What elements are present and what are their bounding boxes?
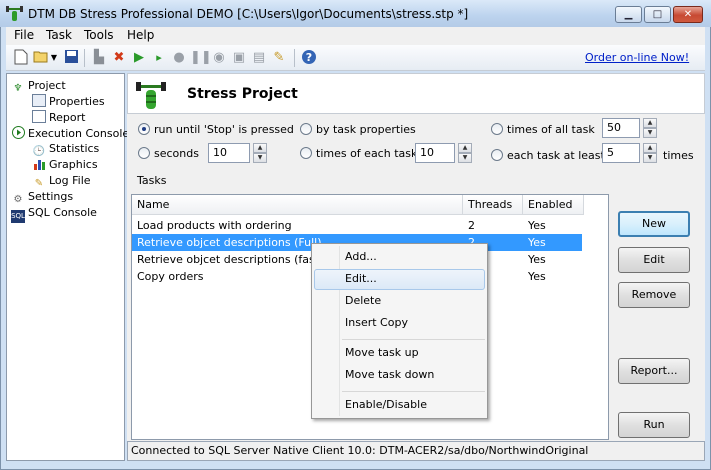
help-icon[interactable]: ? — [300, 49, 318, 67]
tree-item-sql-console[interactable]: SQL SQL Console — [11, 206, 97, 223]
context-item-move-up[interactable]: Move task up — [314, 343, 485, 364]
menu-bar: File Task Tools Help — [6, 27, 705, 45]
log-file-icon: ✎ — [34, 178, 44, 189]
app-icon — [6, 6, 23, 21]
seconds-stepper[interactable]: 10 ▲ ▼ — [208, 143, 268, 163]
column-header-name[interactable]: Name — [132, 195, 463, 215]
minimize-button[interactable]: ▁ — [615, 6, 642, 23]
tree-item-log-file[interactable]: ✎ Log File — [32, 174, 91, 190]
times-of-all-task-input[interactable]: 50 — [602, 118, 640, 138]
delete-task-icon[interactable]: ✖ — [110, 49, 128, 67]
menu-help[interactable]: Help — [127, 28, 154, 42]
context-item-delete[interactable]: Delete — [314, 291, 485, 312]
spin-up-icon[interactable]: ▲ — [458, 143, 472, 153]
pause-icon[interactable]: ❚❚ — [190, 49, 212, 67]
tasks-label: Tasks — [137, 174, 167, 187]
new-button[interactable]: New — [618, 211, 690, 237]
new-file-icon[interactable] — [12, 49, 30, 67]
window-title: DTM DB Stress Professional DEMO [C:\User… — [28, 7, 469, 21]
times-of-each-task-radio[interactable]: times of each task — [300, 147, 417, 160]
by-task-properties-radio[interactable]: by task properties — [300, 123, 416, 136]
play-icon[interactable]: ▶ — [130, 49, 148, 67]
seconds-input[interactable]: 10 — [208, 143, 250, 163]
stop-icon[interactable]: ● — [170, 49, 188, 67]
menu-tools[interactable]: Tools — [84, 28, 114, 42]
spin-down-icon[interactable]: ▼ — [643, 153, 657, 163]
stress-project-icon — [136, 82, 166, 109]
report-icon — [32, 110, 46, 123]
context-item-add[interactable]: Add... — [314, 247, 485, 268]
each-task-at-least-input[interactable]: 5 — [602, 143, 640, 163]
run-button[interactable]: Run — [618, 412, 690, 438]
step-icon[interactable]: ▸ — [150, 49, 168, 67]
toolbar: ▼ ▙ ✖ ▶ ▸ ● ❚❚ ◉ ▣ ▤ ✎ ? Order on-line N… — [6, 45, 705, 71]
save-icon[interactable] — [62, 49, 80, 67]
settings-icon: ⚙ — [13, 194, 23, 205]
menu-task[interactable]: Task — [46, 28, 72, 42]
console-icon[interactable]: ▣ — [230, 49, 248, 67]
navigation-tree: ♆ Project Properties Report Execution Con… — [6, 73, 129, 461]
tree-item-properties[interactable]: Properties — [32, 94, 105, 109]
run-until-stop-radio[interactable]: run until 'Stop' is pressed — [138, 123, 294, 136]
project-icon: ♆ — [13, 83, 23, 94]
times-of-all-task-stepper[interactable]: 50 ▲ ▼ — [602, 118, 658, 138]
tree-item-settings[interactable]: ⚙ Settings — [11, 190, 74, 206]
open-folder-icon[interactable] — [32, 49, 50, 67]
edit-button[interactable]: Edit — [618, 247, 690, 273]
seconds-radio[interactable]: seconds — [138, 147, 199, 160]
status-bar: Connected to SQL Server Native Client 10… — [127, 441, 705, 461]
chevron-down-icon[interactable]: ▼ — [49, 49, 59, 67]
tree-item-execution-console[interactable]: Execution Console — [11, 126, 129, 141]
remove-button[interactable]: Remove — [618, 282, 690, 308]
each-task-at-least-stepper[interactable]: 5 ▲ ▼ — [602, 143, 658, 163]
properties-icon — [32, 94, 46, 107]
spin-up-icon[interactable]: ▲ — [643, 143, 657, 153]
statistics-icon[interactable]: ▤ — [250, 49, 268, 67]
context-item-move-down[interactable]: Move task down — [314, 365, 485, 386]
spin-up-icon[interactable]: ▲ — [253, 143, 267, 153]
spin-down-icon[interactable]: ▼ — [253, 153, 267, 163]
play-circle-icon — [11, 126, 25, 139]
context-item-edit[interactable]: Edit... — [314, 269, 485, 290]
bar-chart-icon — [32, 158, 46, 171]
column-header-threads[interactable]: Threads — [463, 195, 523, 215]
spin-down-icon[interactable]: ▼ — [458, 153, 472, 163]
tree-item-graphics[interactable]: Graphics — [32, 158, 98, 172]
maximize-button[interactable]: □ — [644, 6, 671, 23]
log-icon[interactable]: ✎ — [270, 49, 288, 67]
title-bar[interactable]: DTM DB Stress Professional DEMO [C:\User… — [0, 0, 711, 27]
context-item-enable-disable[interactable]: Enable/Disable — [314, 395, 485, 416]
times-suffix-label: times — [663, 149, 694, 162]
sql-console-icon: SQL — [11, 210, 25, 223]
tree-item-statistics[interactable]: 🕒 Statistics — [32, 142, 100, 158]
times-of-each-task-stepper[interactable]: 10 ▲ ▼ — [415, 143, 473, 163]
times-of-all-task-radio[interactable]: times of all task — [491, 123, 595, 136]
times-of-each-task-input[interactable]: 10 — [415, 143, 455, 163]
spin-up-icon[interactable]: ▲ — [643, 118, 657, 128]
menu-file[interactable]: File — [14, 28, 34, 42]
tree-item-report[interactable]: Report — [32, 110, 85, 125]
record-icon[interactable]: ◉ — [210, 49, 228, 67]
context-menu: Add... Edit... Delete Insert Copy Move t… — [311, 243, 488, 419]
report-button[interactable]: Report... — [618, 358, 690, 384]
svg-text:?: ? — [306, 51, 312, 64]
close-button[interactable]: ✕ — [673, 6, 703, 23]
table-row[interactable]: Load products with ordering 2 Yes — [132, 217, 608, 234]
clock-icon: 🕒 — [32, 146, 46, 157]
order-online-link[interactable]: Order on-line Now! — [585, 51, 689, 64]
tree-item-project[interactable]: ♆ Project — [11, 79, 66, 95]
context-item-insert-copy[interactable]: Insert Copy — [314, 313, 485, 334]
project-header: Stress Project — [127, 73, 705, 114]
add-task-icon[interactable]: ▙ — [90, 49, 108, 67]
spin-down-icon[interactable]: ▼ — [643, 128, 657, 138]
each-task-at-least-radio[interactable]: each task at least — [491, 149, 605, 162]
column-header-enabled[interactable]: Enabled — [523, 195, 584, 215]
page-title: Stress Project — [187, 86, 298, 102]
